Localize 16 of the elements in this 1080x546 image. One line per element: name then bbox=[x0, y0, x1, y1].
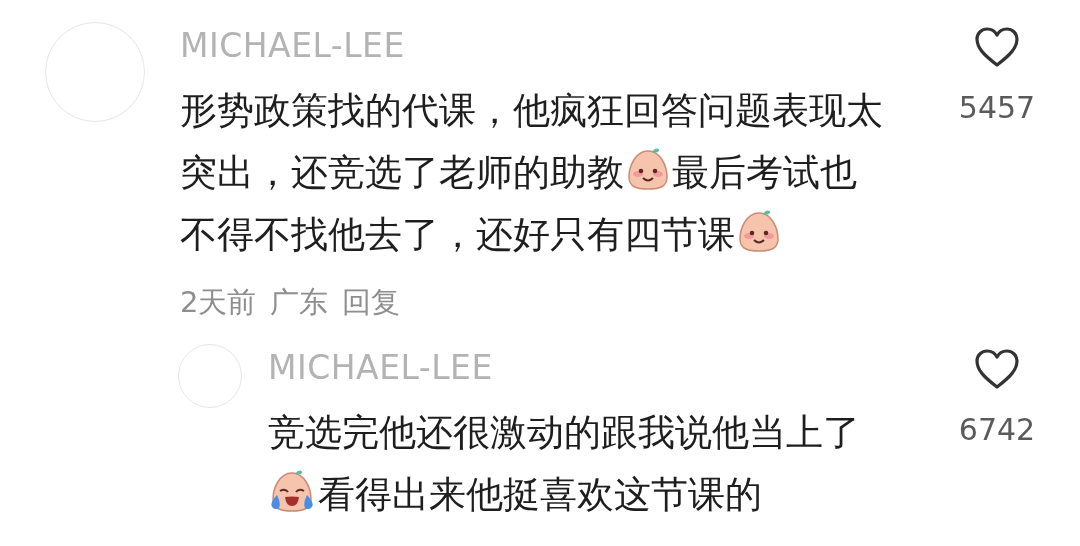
comment-text-line: 形势政策找的代课，他疯狂回答问题表现太 bbox=[180, 88, 883, 134]
comment-text-line: 竞选完他还很激动的跟我说他当上了 bbox=[268, 410, 860, 456]
reply-link[interactable]: 回复 bbox=[342, 282, 401, 322]
comment-meta: 2天前 bbox=[180, 284, 257, 321]
comment-text-line: 看得出来他挺喜欢这节课的 bbox=[268, 464, 762, 526]
comment-text-line: 突出，还竞选了老师的助教 最后考试也 bbox=[180, 142, 857, 204]
like-count: 6742 bbox=[958, 411, 1036, 449]
heart-icon[interactable] bbox=[974, 348, 1020, 390]
username[interactable]: MICHAEL-LEE bbox=[180, 22, 942, 70]
username[interactable]: MICHAEL-LEE bbox=[268, 344, 942, 392]
smiling-emoji-icon bbox=[736, 209, 782, 253]
heart-icon[interactable] bbox=[974, 26, 1020, 68]
smiling-emoji-icon bbox=[625, 147, 671, 191]
comment-meta: 广东 bbox=[270, 284, 329, 321]
comment-text-line: 不得不找他去了，还好只有四节课 bbox=[180, 204, 783, 266]
like-count: 5457 bbox=[958, 89, 1036, 127]
